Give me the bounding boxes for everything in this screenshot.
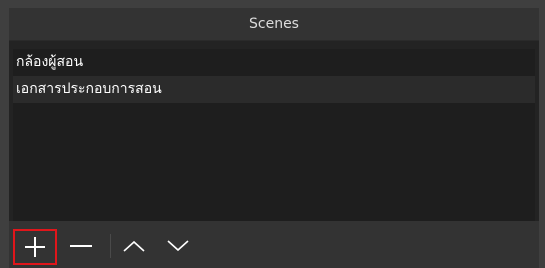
move-scene-down-button[interactable] xyxy=(163,231,193,261)
scene-item[interactable]: กล้องผู้สอน xyxy=(13,49,535,76)
dock-title: Scenes xyxy=(249,16,299,32)
move-scene-up-button[interactable] xyxy=(119,231,149,261)
remove-scene-button[interactable] xyxy=(66,231,96,261)
plus-icon xyxy=(25,237,45,257)
scene-list[interactable]: กล้องผู้สอน เอกสารประกอบการสอน xyxy=(13,49,535,221)
add-scene-button[interactable] xyxy=(13,229,57,265)
minus-icon xyxy=(70,244,92,248)
toolbar-divider xyxy=(110,234,111,258)
chevron-down-icon xyxy=(167,240,189,252)
dock-title-bar[interactable]: Scenes xyxy=(9,8,539,41)
scene-item[interactable]: เอกสารประกอบการสอน xyxy=(13,76,535,103)
window-frame: Scenes กล้องผู้สอน เอกสารประกอบการสอน xyxy=(0,0,545,268)
scene-toolbar xyxy=(9,221,539,268)
chevron-up-icon xyxy=(123,240,145,252)
scenes-dock: Scenes กล้องผู้สอน เอกสารประกอบการสอน xyxy=(9,8,539,268)
